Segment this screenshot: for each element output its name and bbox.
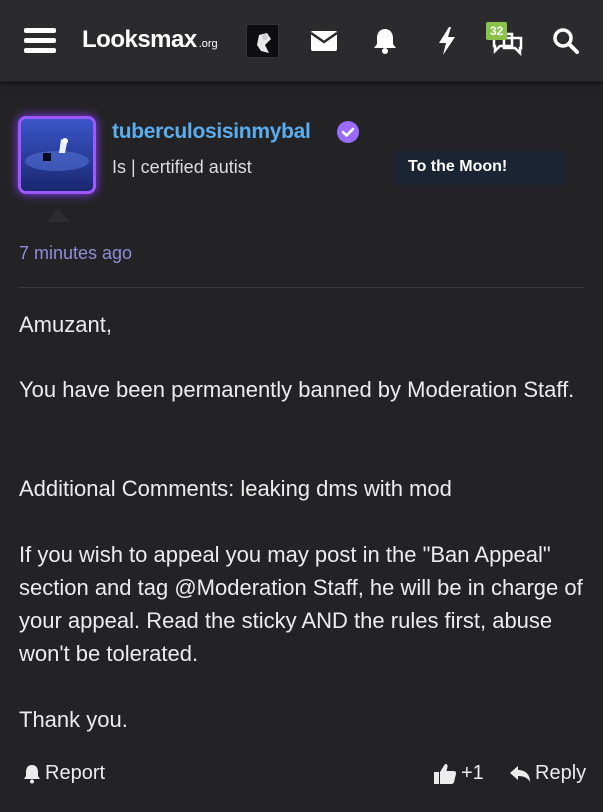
post-greeting: Amuzant,: [19, 312, 112, 337]
user-banner-tag: To the Moon!: [394, 151, 566, 185]
message-pointer: [46, 208, 70, 222]
logo-text: Looksmax: [82, 26, 197, 53]
reply-label: Reply: [535, 762, 587, 784]
report-button[interactable]: Report: [23, 762, 105, 785]
bell-report-icon: [24, 764, 40, 783]
reply-arrow-icon: [510, 765, 530, 782]
verified-badge-icon: [336, 120, 360, 144]
poster-username[interactable]: tuberculosisinmybal: [112, 120, 311, 144]
site-logo[interactable]: Looksmax .org: [82, 26, 218, 56]
search-icon[interactable]: [552, 27, 580, 55]
thumbs-up-icon: [434, 763, 457, 784]
like-count: +1: [461, 762, 484, 784]
post-comments: Additional Comments: leaking dms with mo…: [19, 476, 452, 501]
post-ban-notice: You have been permanently banned by Mode…: [19, 377, 575, 402]
reply-button[interactable]: Reply: [509, 762, 586, 785]
bolt-icon[interactable]: [436, 26, 458, 56]
envelope-icon[interactable]: [310, 30, 338, 52]
logo-tld: .org: [198, 38, 218, 50]
bell-icon[interactable]: [372, 27, 398, 55]
like-button[interactable]: +1: [433, 762, 484, 785]
poster-user-title: Is | certified autist: [112, 157, 252, 177]
post-timestamp[interactable]: 7 minutes ago: [19, 243, 132, 264]
top-navigation-bar: Looksmax .org 32: [0, 0, 603, 82]
post-signoff: Thank you.: [19, 707, 128, 732]
post-appeal-info: If you wish to appeal you may post in th…: [19, 542, 583, 666]
menu-icon[interactable]: [22, 24, 58, 58]
divider: [19, 287, 584, 288]
user-avatar-small[interactable]: [246, 24, 279, 58]
alerts-count-badge: 32: [486, 22, 508, 40]
poster-avatar[interactable]: [18, 116, 96, 194]
report-label: Report: [45, 762, 106, 784]
